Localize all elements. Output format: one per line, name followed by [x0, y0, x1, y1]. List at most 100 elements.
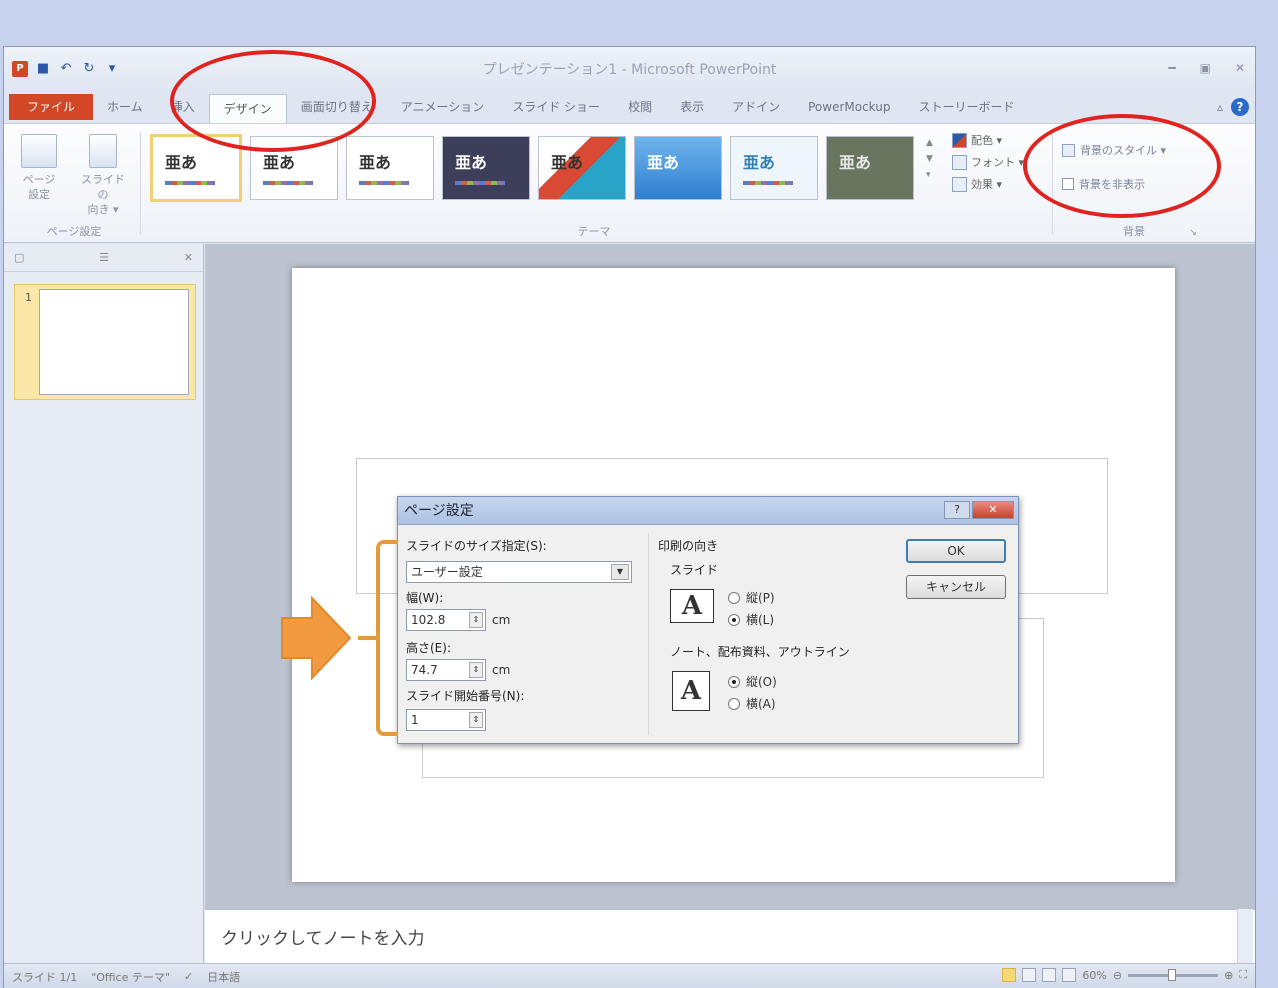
theme-color-strip — [165, 181, 215, 185]
slideshow-view-icon[interactable] — [1062, 968, 1077, 982]
start-number-label: スライド開始番号(N): — [406, 689, 525, 703]
theme-color-strip — [455, 181, 505, 185]
gallery-down-icon[interactable]: ▼ — [926, 154, 933, 164]
fonts-label: フォント ▾ — [971, 156, 1025, 169]
slides-tab-icon[interactable]: ▢ — [14, 251, 24, 264]
zoom-thumb[interactable] — [1168, 968, 1177, 981]
spinner-arrows-icon[interactable]: ⇕ — [469, 712, 483, 728]
effects-button[interactable]: 効果 ▾ — [952, 176, 1024, 192]
width-unit: cm — [492, 613, 511, 627]
height-spinner[interactable]: 74.7 ⇕ — [406, 659, 486, 681]
tab-view[interactable]: 表示 — [666, 94, 718, 120]
slide-thumbnail-selected[interactable]: 1 — [14, 284, 196, 400]
notes-portrait-label: 縦(O) — [746, 675, 777, 689]
fonts-icon — [952, 154, 967, 170]
notes-scrollbar[interactable] — [1237, 909, 1253, 963]
height-unit: cm — [492, 663, 511, 677]
colors-button[interactable]: 配色 ▾ — [952, 132, 1024, 148]
fit-to-window-icon[interactable]: ⛶ — [1239, 968, 1247, 982]
theme-sample-text: 亜あ — [165, 153, 198, 172]
slide-sorter-icon[interactable] — [1022, 968, 1037, 982]
notes-orientation-icon: A — [672, 671, 710, 711]
spinner-arrows-icon[interactable]: ⇕ — [469, 612, 483, 628]
width-value: 102.8 — [411, 613, 446, 627]
theme-sample-text: 亜あ — [455, 153, 488, 172]
theme-thumbnail[interactable]: 亜あ — [538, 136, 626, 200]
zoom-out-icon[interactable]: ⊖ — [1113, 969, 1122, 982]
page-setup-button[interactable]: ページ 設定 — [16, 134, 62, 202]
theme-sample-text: 亜あ — [839, 153, 872, 172]
gallery-up-icon[interactable]: ▲ — [926, 138, 933, 148]
tab-file[interactable]: ファイル — [9, 94, 94, 120]
close-pane-icon[interactable]: ✕ — [184, 251, 193, 264]
theme-thumbnail[interactable]: 亜あ — [346, 136, 434, 200]
width-label: 幅(W): — [406, 591, 444, 605]
notes-pane[interactable]: クリックしてノートを入力 — [205, 909, 1255, 963]
theme-thumbnail[interactable]: 亜あ — [442, 136, 530, 200]
theme-color-strip — [743, 181, 793, 185]
notes-portrait-radio[interactable]: 縦(O) — [728, 673, 777, 690]
tab-powermockup[interactable]: PowerMockup — [794, 94, 904, 120]
close-icon[interactable]: ✕ — [1235, 61, 1245, 75]
theme-sample-text: 亜あ — [359, 153, 392, 172]
help-icon[interactable]: ? — [1231, 98, 1249, 116]
theme-sample-text: 亜あ — [263, 153, 296, 172]
background-group-label: 背景 — [1123, 225, 1145, 238]
height-label: 高さ(E): — [406, 641, 451, 655]
dialog-close-icon[interactable]: ✕ — [972, 501, 1014, 519]
theme-thumbnail[interactable]: 亜あ — [634, 136, 722, 200]
theme-thumbnail[interactable]: 亜あ — [730, 136, 818, 200]
fonts-button[interactable]: フォント ▾ — [952, 154, 1024, 170]
theme-thumbnail[interactable]: 亜あ — [826, 136, 914, 200]
tab-addins[interactable]: アドイン — [718, 94, 794, 120]
dialog-help-icon[interactable]: ? — [944, 501, 970, 519]
tab-storyboard[interactable]: ストーリーボード — [905, 94, 1029, 120]
theme-name: "Office テーマ" — [91, 970, 170, 984]
slide-orientation-icon — [89, 134, 117, 168]
cancel-button[interactable]: キャンセル — [906, 575, 1006, 599]
width-spinner[interactable]: 102.8 ⇕ — [406, 609, 486, 631]
tab-animations[interactable]: アニメーション — [387, 94, 499, 120]
radio-selected-icon — [728, 675, 740, 688]
colors-icon — [952, 132, 967, 148]
slide-thumbnail[interactable] — [39, 289, 189, 395]
theme-options: 配色 ▾ フォント ▾ 効果 ▾ — [952, 132, 1024, 192]
tab-home[interactable]: ホーム — [93, 94, 157, 120]
gallery-more-icon[interactable]: ▾ — [926, 170, 933, 180]
normal-view-icon[interactable] — [1002, 968, 1017, 982]
slide-size-select[interactable]: ユーザー設定 ▼ — [406, 561, 632, 583]
slide-orientation-button[interactable]: スライドの 向き ▾ — [80, 134, 126, 217]
slide-orientation-label: スライド — [670, 563, 719, 577]
minimize-icon[interactable]: ━ — [1168, 61, 1175, 75]
zoom-slider[interactable] — [1128, 968, 1219, 981]
chevron-down-icon[interactable]: ▼ — [611, 564, 629, 580]
dialog-launcher-icon[interactable]: ↘ — [1189, 228, 1197, 238]
slide-orientation-label-2: 向き ▾ — [87, 203, 119, 216]
tab-review[interactable]: 校閲 — [614, 94, 666, 120]
notes-landscape-label: 横(A) — [746, 697, 776, 711]
ok-button[interactable]: OK — [906, 539, 1006, 563]
dialog-title: ページ設定 — [398, 497, 1018, 525]
reading-view-icon[interactable] — [1042, 968, 1057, 982]
notes-orientation-label: ノート、配布資料、アウトライン — [670, 645, 850, 659]
orientation-label: 印刷の向き — [658, 539, 719, 553]
theme-sample-text: 亜あ — [743, 153, 776, 172]
zoom-level[interactable]: 60% — [1082, 969, 1106, 982]
slide-portrait-label: 縦(P) — [746, 591, 775, 605]
outline-tab-icon[interactable]: ☰ — [99, 251, 109, 264]
slide-landscape-radio[interactable]: 横(L) — [728, 611, 774, 628]
spinner-arrows-icon[interactable]: ⇕ — [469, 662, 483, 678]
language[interactable]: 日本語 — [207, 969, 240, 985]
spellcheck-icon[interactable]: ✓ — [184, 970, 193, 983]
effects-label: 効果 ▾ — [971, 178, 1003, 191]
tab-slideshow[interactable]: スライド ショー — [498, 94, 614, 120]
status-bar: スライド 1/1 "Office テーマ" ✓ 日本語 60% ⊖ ⊕ ⛶ — [4, 963, 1255, 988]
collapse-ribbon-icon[interactable]: ▵ — [1217, 100, 1223, 114]
start-number-spinner[interactable]: 1 ⇕ — [406, 709, 486, 731]
zoom-in-icon[interactable]: ⊕ — [1224, 969, 1233, 982]
radio-icon — [728, 697, 740, 710]
slide-portrait-radio[interactable]: 縦(P) — [728, 589, 775, 606]
notes-landscape-radio[interactable]: 横(A) — [728, 695, 776, 712]
page-setup-group-label: ページ設定 — [46, 225, 102, 238]
maximize-icon[interactable]: ▣ — [1200, 61, 1211, 75]
